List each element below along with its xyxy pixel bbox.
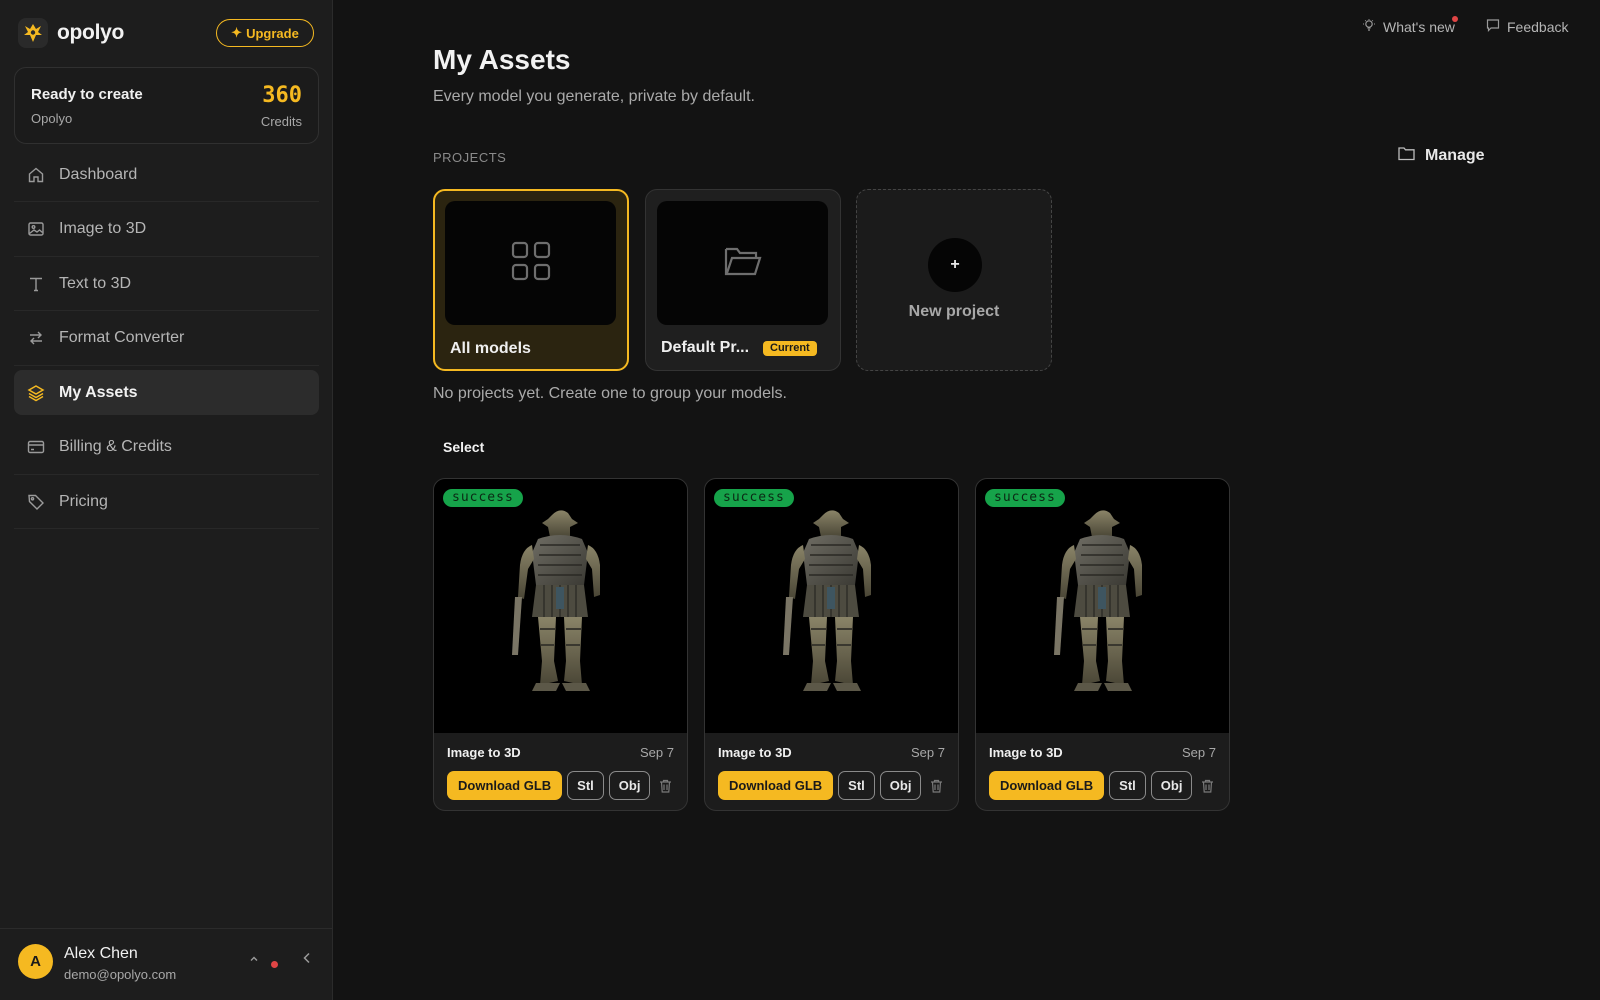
download-stl-button[interactable]: Stl bbox=[567, 771, 604, 800]
project-name: Default Pr... bbox=[661, 339, 750, 356]
sidebar-nav: Dashboard Image to 3D Text to 3D Format … bbox=[14, 152, 319, 534]
model-preview-image[interactable] bbox=[705, 479, 958, 733]
asset-card[interactable]: success Image to 3D Sep 7 Download GLB S… bbox=[975, 478, 1230, 811]
sidebar-item-label: Image to 3D bbox=[59, 220, 147, 237]
grid-icon bbox=[511, 241, 551, 286]
folder-open-icon bbox=[724, 245, 762, 282]
download-stl-button[interactable]: Stl bbox=[1109, 771, 1146, 800]
status-dot-icon bbox=[271, 961, 278, 968]
trash-icon[interactable] bbox=[659, 779, 672, 793]
text-icon bbox=[27, 275, 45, 293]
user-bar: A Alex Chen demo@opolyo.com bbox=[0, 928, 333, 1000]
status-badge: success bbox=[985, 489, 1065, 507]
sidebar-item-label: Format Converter bbox=[59, 329, 185, 346]
asset-actions: Download GLB Stl Obj bbox=[718, 771, 943, 800]
arrows-swap-icon bbox=[27, 329, 45, 347]
user-name: Alex Chen bbox=[64, 945, 138, 962]
page-title: My Assets bbox=[433, 44, 571, 75]
plus-icon: + bbox=[928, 238, 982, 292]
lightbulb-icon bbox=[1362, 18, 1376, 35]
download-glb-button[interactable]: Download GLB bbox=[718, 771, 834, 800]
asset-type: Image to 3D bbox=[989, 745, 1063, 760]
brand[interactable]: opolyo bbox=[18, 18, 124, 48]
image-icon bbox=[27, 220, 45, 238]
tag-icon bbox=[27, 493, 45, 511]
project-thumbnail bbox=[445, 201, 616, 325]
project-card-all-models[interactable]: All models bbox=[433, 189, 629, 371]
sidebar-item-format-converter[interactable]: Format Converter bbox=[14, 316, 319, 366]
upgrade-button[interactable]: ✦ Upgrade bbox=[216, 19, 314, 47]
projects-section-label: PROJECTS bbox=[433, 150, 507, 165]
whats-new-label: What's new bbox=[1383, 18, 1455, 35]
feedback-link[interactable]: Feedback bbox=[1486, 18, 1568, 35]
home-icon bbox=[27, 166, 45, 184]
page-subtitle: Every model you generate, private by def… bbox=[433, 88, 755, 105]
opolyo-logo-icon bbox=[18, 18, 48, 48]
status-badge: success bbox=[443, 489, 523, 507]
select-button[interactable]: Select bbox=[443, 439, 484, 455]
sidebar-item-label: Pricing bbox=[59, 492, 108, 510]
avatar[interactable]: A bbox=[18, 944, 53, 979]
asset-type: Image to 3D bbox=[718, 745, 792, 760]
credit-card-icon bbox=[27, 438, 45, 456]
new-project-card[interactable]: + New project bbox=[856, 189, 1052, 371]
sidebar-item-image-to-3d[interactable]: Image to 3D bbox=[14, 207, 319, 257]
current-project-badge: Current bbox=[763, 341, 817, 356]
manage-label: Manage bbox=[1425, 147, 1485, 164]
sidebar-item-billing-credits[interactable]: Billing & Credits bbox=[14, 425, 319, 475]
layers-icon bbox=[27, 384, 45, 402]
asset-actions: Download GLB Stl Obj bbox=[447, 771, 672, 800]
asset-type: Image to 3D bbox=[447, 745, 521, 760]
trash-icon[interactable] bbox=[930, 779, 943, 793]
project-thumbnail bbox=[657, 201, 828, 325]
credits-count: 360 bbox=[262, 83, 302, 108]
asset-card[interactable]: success Image to 3D Sep 7 Download GLB S… bbox=[433, 478, 688, 811]
download-obj-button[interactable]: Obj bbox=[1150, 771, 1193, 800]
chevron-up-icon[interactable] bbox=[249, 953, 259, 967]
sidebar-item-dashboard[interactable]: Dashboard bbox=[14, 152, 319, 202]
manage-button[interactable]: Manage bbox=[1398, 146, 1485, 166]
credits-card-workspace: Opolyo bbox=[31, 111, 73, 126]
feedback-label: Feedback bbox=[1507, 18, 1569, 35]
whats-new-link[interactable]: What's new bbox=[1362, 18, 1455, 35]
download-stl-button[interactable]: Stl bbox=[838, 771, 875, 800]
model-preview-image[interactable] bbox=[976, 479, 1229, 733]
download-obj-button[interactable]: Obj bbox=[879, 771, 922, 800]
sidebar-item-label: Text to 3D bbox=[59, 274, 132, 292]
credits-card: Ready to create Opolyo 360 Credits bbox=[14, 67, 319, 144]
project-card-default[interactable]: Default Pr... Current bbox=[645, 189, 841, 371]
download-glb-button[interactable]: Download GLB bbox=[989, 771, 1105, 800]
user-email: demo@opolyo.com bbox=[64, 967, 177, 982]
chat-bubble-icon bbox=[1486, 18, 1500, 35]
sidebar-item-label: Dashboard bbox=[59, 165, 138, 183]
status-badge: success bbox=[714, 489, 794, 507]
sparkle-icon: ✦ bbox=[231, 25, 243, 40]
model-preview-image[interactable] bbox=[434, 479, 687, 733]
asset-date: Sep 7 bbox=[640, 745, 674, 760]
asset-actions: Download GLB Stl Obj bbox=[989, 771, 1214, 800]
new-project-label: New project bbox=[908, 303, 1000, 320]
sidebar-item-label: Billing & Credits bbox=[59, 438, 172, 455]
asset-date: Sep 7 bbox=[1182, 745, 1216, 760]
credits-label: Credits bbox=[260, 114, 302, 129]
asset-card[interactable]: success Image to 3D Sep 7 Download GLB S… bbox=[704, 478, 959, 811]
upgrade-label: Upgrade bbox=[246, 25, 299, 41]
sidebar-item-label: My Assets bbox=[59, 383, 138, 401]
folder-icon bbox=[1398, 146, 1415, 166]
credits-card-title: Ready to create bbox=[31, 86, 143, 103]
brand-name: opolyo bbox=[57, 21, 125, 44]
download-obj-button[interactable]: Obj bbox=[608, 771, 651, 800]
empty-projects-message: No projects yet. Create one to group you… bbox=[433, 385, 787, 402]
trash-icon[interactable] bbox=[1201, 779, 1214, 793]
download-glb-button[interactable]: Download GLB bbox=[447, 771, 563, 800]
sidebar-item-text-to-3d[interactable]: Text to 3D bbox=[14, 261, 319, 311]
asset-date: Sep 7 bbox=[911, 745, 945, 760]
notification-dot-icon bbox=[1452, 16, 1458, 22]
sidebar: opolyo ✦ Upgrade Ready to create Opolyo … bbox=[0, 0, 333, 1000]
sidebar-item-my-assets[interactable]: My Assets bbox=[14, 370, 319, 415]
project-name: All models bbox=[450, 340, 531, 357]
collapse-sidebar-icon[interactable] bbox=[301, 951, 313, 968]
sidebar-item-pricing[interactable]: Pricing bbox=[14, 479, 319, 529]
